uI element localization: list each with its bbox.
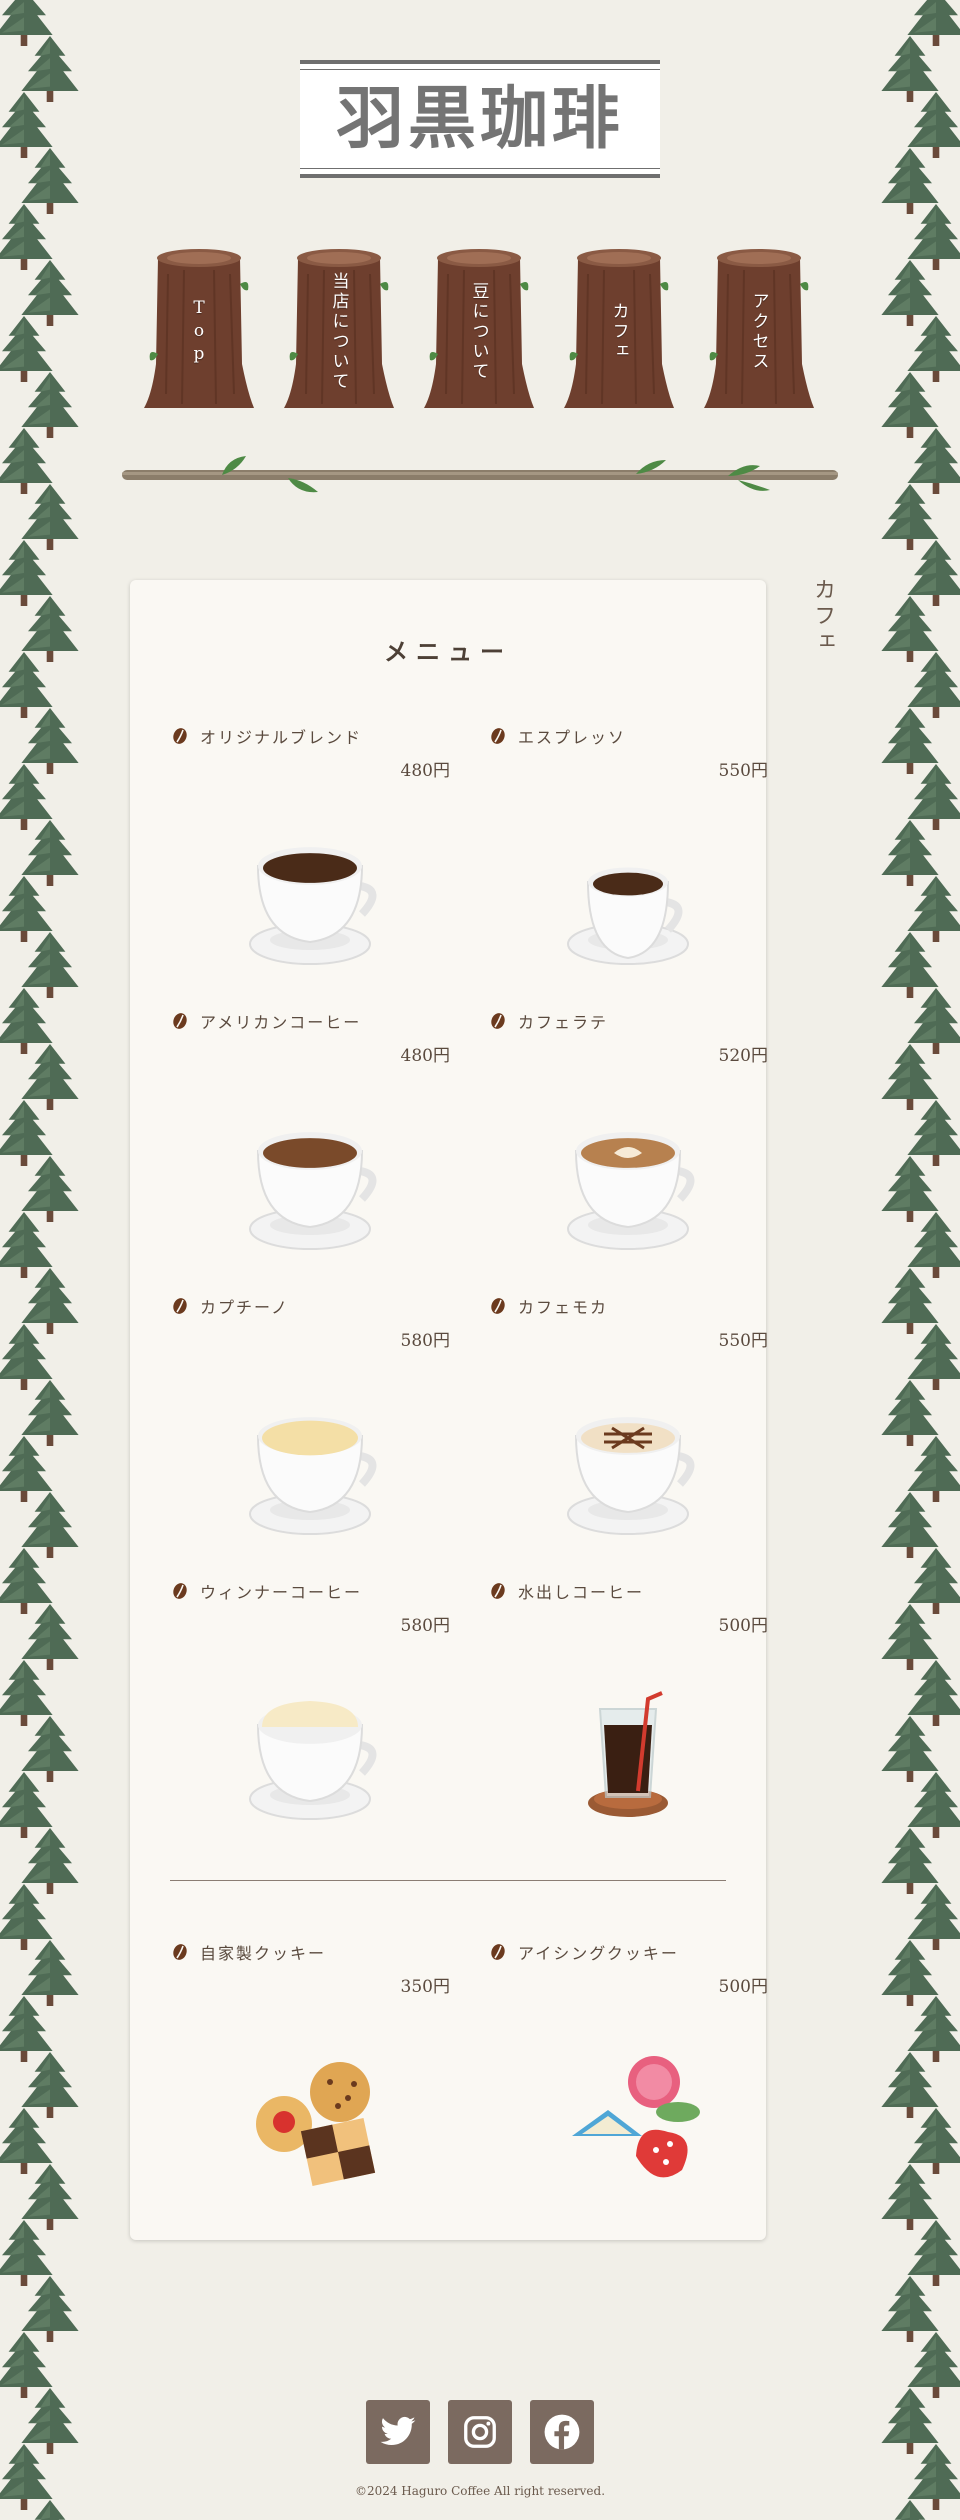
menu-card: メニュー オリジナルブレンド 480円 エスプレッソ 550円 アメリカンコーヒー 4… <box>130 580 768 2240</box>
coffee-bean-icon <box>491 728 505 744</box>
menu-item: カフェモカ 550円 <box>488 1294 768 1564</box>
coffee-bean-icon <box>173 1583 187 1599</box>
tree-border-right <box>878 0 960 2520</box>
menu-title: メニュー <box>384 637 512 666</box>
menu-item: 水出しコーヒー 500円 <box>488 1579 768 1849</box>
menu-item: 自家製クッキー 350円 <box>170 1940 450 2210</box>
coffee-bean-icon <box>491 1944 505 1960</box>
coffee-bean-icon <box>173 1298 187 1314</box>
nav-label: Top <box>189 297 209 367</box>
menu-item: オリジナルブレンド 480円 <box>170 724 450 994</box>
icing-cookies-icon <box>572 2056 700 2178</box>
section-side-label: カフェ <box>810 578 835 656</box>
coffee-bean-icon <box>173 1944 187 1960</box>
espresso-cup-icon <box>567 867 689 965</box>
nav-stump-2[interactable]: 当店について <box>284 244 394 412</box>
menu-item-price: 520円 <box>718 1046 768 1066</box>
menu-item-price: 500円 <box>718 1977 768 1997</box>
instagram-link[interactable] <box>448 2400 512 2464</box>
facebook-icon <box>544 2414 580 2450</box>
nav-stump-3[interactable]: 豆について <box>424 244 534 412</box>
menu-item: アイシングクッキー 500円 <box>488 1940 768 2210</box>
menu-item-name: アメリカンコーヒー <box>200 1013 362 1032</box>
instagram-icon <box>464 2416 496 2448</box>
menu-item-name: 水出しコーヒー <box>518 1583 645 1602</box>
nav-label: アクセス <box>748 292 769 372</box>
menu-item-name: 自家製クッキー <box>200 1944 327 1963</box>
menu-item-name: オリジナルブレンド <box>200 728 363 747</box>
stump-navigation: Top 当店について 豆について カフェ アクセス <box>144 244 816 414</box>
menu-item-price: 580円 <box>400 1331 450 1351</box>
homemade-cookies-icon <box>256 2062 376 2187</box>
latte-art-icon <box>567 1132 695 1250</box>
nav-stump-5[interactable]: アクセス <box>704 244 814 412</box>
site-logo[interactable]: 羽黒珈琲 <box>300 60 660 178</box>
menu-item-price: 480円 <box>400 761 450 781</box>
menu-divider <box>170 1880 726 1881</box>
twitter-link[interactable] <box>366 2400 430 2464</box>
nav-label: カフェ <box>608 302 629 362</box>
nav-label: 当店について <box>328 272 349 392</box>
branch-divider <box>122 456 838 493</box>
menu-item-price: 580円 <box>400 1616 450 1636</box>
menu-item-price: 480円 <box>400 1046 450 1066</box>
menu-item: エスプレッソ 550円 <box>488 724 768 994</box>
menu-item: ウィンナーコーヒー 580円 <box>170 1579 450 1849</box>
menu-item-name: カプチーノ <box>200 1298 290 1317</box>
nav-stump-1[interactable]: Top <box>144 244 254 412</box>
cafe-mocha-icon <box>567 1417 695 1535</box>
coffee-bean-icon <box>491 1583 505 1599</box>
american-coffee-icon <box>249 1132 377 1250</box>
menu-item-name: ウィンナーコーヒー <box>200 1583 363 1602</box>
menu-item: カフェラテ 520円 <box>488 1009 768 1279</box>
social-links <box>366 2400 596 2464</box>
menu-item-name: カフェラテ <box>518 1013 609 1032</box>
nav-stump-4[interactable]: カフェ <box>564 244 674 412</box>
menu-item-name: カフェモカ <box>518 1298 609 1317</box>
coffee-bean-icon <box>491 1298 505 1314</box>
menu-item-name: エスプレッソ <box>518 728 627 747</box>
copyright: ©2024 Haguro Coffee All right reserved. <box>354 2484 606 2498</box>
cappuccino-icon <box>249 1417 377 1535</box>
menu-item-price: 500円 <box>718 1616 768 1636</box>
coffee-cup-icon <box>249 847 377 965</box>
iced-coffee-icon <box>588 1691 668 1817</box>
menu-item: カプチーノ 580円 <box>170 1294 450 1564</box>
menu-item-price: 550円 <box>718 1331 768 1351</box>
menu-item-name: アイシングクッキー <box>518 1944 679 1963</box>
coffee-bean-icon <box>173 1013 187 1029</box>
menu-item: アメリカンコーヒー 480円 <box>170 1009 450 1279</box>
logo-text: 羽黒珈琲 <box>335 80 624 159</box>
vienna-coffee-icon <box>249 1701 377 1820</box>
menu-item-price: 350円 <box>400 1977 450 1997</box>
facebook-link[interactable] <box>530 2400 594 2464</box>
twitter-icon <box>380 2416 416 2445</box>
nav-label: 豆について <box>468 282 489 382</box>
tree-border-left <box>0 0 82 2520</box>
coffee-bean-icon <box>173 728 187 744</box>
coffee-bean-icon <box>491 1013 505 1029</box>
menu-item-price: 550円 <box>718 761 768 781</box>
